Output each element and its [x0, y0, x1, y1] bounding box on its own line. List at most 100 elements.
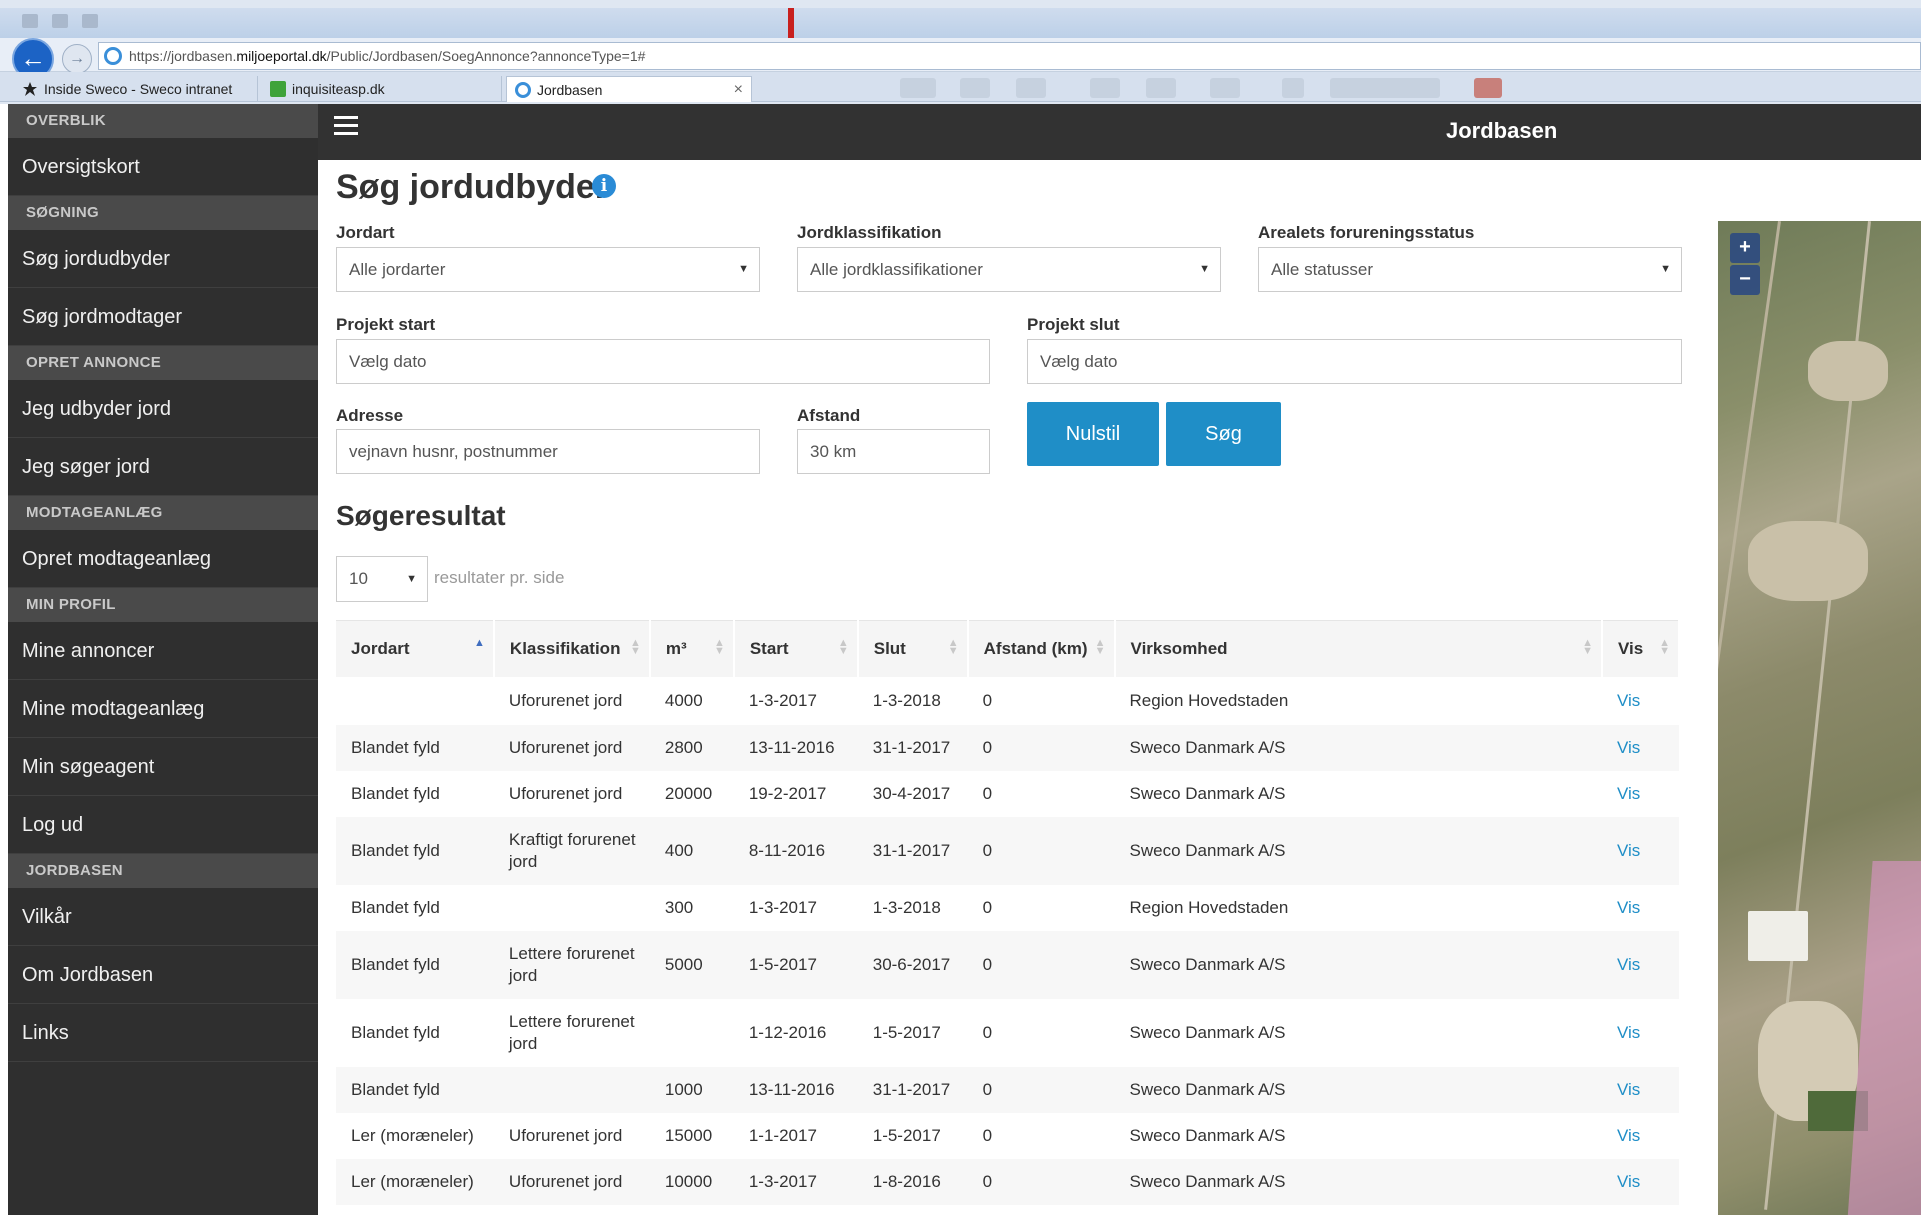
sort-icon: ▲ ▼ [837, 637, 849, 657]
cell-m3: 20000 [649, 770, 734, 817]
close-icon[interactable]: × [734, 81, 743, 99]
results-title: Søgeresultat [336, 500, 506, 531]
sidebar-item-om-jordbasen[interactable]: Om Jordbasen [8, 946, 318, 1004]
sidebar-item-log-ud[interactable]: Log ud [8, 796, 318, 854]
column-header-jordart[interactable]: Jordart ▲ [336, 620, 495, 677]
vis-link[interactable]: Vis [1601, 884, 1679, 931]
zoom-out-button[interactable]: − [1730, 265, 1760, 295]
browser-tab-sweco[interactable]: Inside Sweco - Sweco intranet [14, 76, 258, 102]
cell-start: 1-1-2017 [733, 1112, 858, 1159]
sidebar-item-opret-modtageanlaeg[interactable]: Opret modtageanlæg [8, 530, 318, 588]
vis-link[interactable]: Vis [1601, 998, 1679, 1067]
sort-icon: ▲ ▼ [1659, 637, 1670, 657]
column-header-klassifikation[interactable]: Klassifikation ▲ ▼ [493, 620, 651, 677]
zoom-in-button[interactable]: + [1730, 233, 1760, 263]
adresse-label: Adresse [336, 406, 404, 425]
cell-jordart: Ler (moræneler) [336, 1112, 494, 1159]
per-page-value: 10 [349, 569, 368, 588]
column-header-start[interactable]: Start ▲ ▼ [733, 620, 859, 677]
vis-link[interactable]: Vis [1601, 816, 1679, 885]
sidebar-item-jeg-udbyder-jord[interactable]: Jeg udbyder jord [8, 380, 318, 438]
cell-slut: 30-6-2017 [857, 930, 968, 999]
browser-tab-inquisite[interactable]: inquisiteasp.dk [262, 76, 502, 102]
column-header-label: Jordart [351, 638, 410, 658]
adresse-input[interactable]: vejnavn husnr, postnummer [336, 429, 760, 474]
column-header-afstand[interactable]: Afstand (km) ▲ ▼ [967, 620, 1116, 677]
sidebar-item-oversigtskort[interactable]: Oversigtskort [8, 138, 318, 196]
vis-link[interactable]: Vis [1601, 770, 1679, 817]
toolbar-search [1330, 78, 1440, 98]
hamburger-menu-icon[interactable] [334, 116, 358, 136]
column-header-label: Afstand (km) [983, 638, 1088, 658]
toolbar-icon [1474, 78, 1502, 98]
sidebar-item-mine-modtageanlaeg[interactable]: Mine modtageanlæg [8, 680, 318, 738]
search-button[interactable]: Søg [1166, 402, 1281, 466]
cell-afstand: 0 [967, 676, 1115, 725]
sort-asc-icon: ▲ [474, 637, 485, 649]
cell-afstand: 0 [967, 998, 1115, 1067]
reset-button[interactable]: Nulstil [1027, 402, 1159, 466]
column-header-virksomhed[interactable]: Virksomhed ▲ ▼ [1114, 620, 1603, 677]
window-icon [52, 14, 68, 28]
toolbar-icon [900, 78, 936, 98]
toolbar-icon [1146, 78, 1176, 98]
jordart-select[interactable]: Alle jordarter ▼ [336, 247, 760, 292]
column-header-slut[interactable]: Slut ▲ ▼ [857, 620, 969, 677]
sidebar-section-jordbasen: JORDBASEN [8, 854, 318, 888]
url-input[interactable]: https://jordbasen. miljoeportal.dk/Public… [98, 42, 1921, 70]
vis-link[interactable]: Vis [1601, 1066, 1679, 1113]
forward-arrow-icon[interactable]: → [62, 44, 92, 74]
sidebar-item-jeg-soeger-jord[interactable]: Jeg søger jord [8, 438, 318, 496]
per-page-label: resultater pr. side [434, 568, 565, 587]
undo-icon [82, 14, 98, 28]
cell-jordart: Blandet fyld [336, 770, 494, 817]
url-path: /Public/Jordbasen/SoegAnnonce?annonceTyp… [326, 48, 646, 64]
cell-m3: 2800 [649, 724, 734, 771]
cell-m3 [649, 998, 734, 1067]
cell-m3: 400 [649, 816, 734, 885]
cell-slut: 1-3-2018 [857, 676, 968, 725]
map-view[interactable] [1718, 221, 1921, 1215]
vis-link[interactable]: Vis [1601, 724, 1679, 771]
vis-link[interactable]: Vis [1601, 676, 1679, 725]
jordklassifikation-select[interactable]: Alle jordklassifikationer ▼ [797, 247, 1221, 292]
jordklassifikation-label: Jordklassifikation [797, 223, 942, 242]
vis-link[interactable]: Vis [1601, 930, 1679, 999]
cell-virksomhed: Sweco Danmark A/S [1114, 930, 1602, 999]
column-header-label: Klassifikation [509, 638, 621, 658]
sidebar-item-soeg-jordmodtager[interactable]: Søg jordmodtager [8, 288, 318, 346]
cell-start: 1-3-2017 [733, 676, 858, 725]
sidebar-item-vilkaar[interactable]: Vilkår [8, 888, 318, 946]
per-page-select[interactable]: 10 ▼ [336, 556, 428, 602]
jordklassifikation-value: Alle jordklassifikationer [810, 260, 983, 279]
projekt-slut-input[interactable]: Vælg dato [1027, 339, 1682, 384]
info-icon[interactable]: i [592, 174, 616, 198]
forureningsstatus-select[interactable]: Alle statusser ▼ [1258, 247, 1682, 292]
cell-slut: 31-1-2017 [857, 1066, 968, 1113]
projekt-start-placeholder: Vælg dato [349, 352, 427, 371]
sidebar-item-soeg-jordudbyder[interactable]: Søg jordudbyder [8, 230, 318, 288]
afstand-input[interactable]: 30 km [797, 429, 990, 474]
sidebar-item-links[interactable]: Links [8, 1004, 318, 1062]
cell-virksomhed: Sweco Danmark A/S [1114, 1066, 1602, 1113]
column-header-label: Start [749, 638, 789, 658]
column-header-vis[interactable]: Vis ▲ ▼ [1601, 620, 1681, 677]
vis-link[interactable]: Vis [1601, 1112, 1679, 1159]
projekt-start-input[interactable]: Vælg dato [336, 339, 990, 384]
sort-icon: ▲ ▼ [629, 637, 641, 657]
sidebar-item-mine-annoncer[interactable]: Mine annoncer [8, 622, 318, 680]
sidebar-item-min-soegeagent[interactable]: Min søgeagent [8, 738, 318, 796]
cell-start: 1-5-2017 [733, 930, 858, 999]
cell-afstand: 0 [967, 1158, 1115, 1205]
column-header-m3[interactable]: m³ ▲ ▼ [649, 620, 735, 677]
toolbar-icon [1210, 78, 1240, 98]
cell-start: 1-12-2016 [733, 998, 858, 1067]
table-row: Uforurenet jord 4000 1-3-2017 1-3-2018 0… [336, 676, 1679, 725]
browser-tab-jordbasen[interactable]: Jordbasen × [506, 76, 752, 102]
cell-m3: 4000 [649, 676, 734, 725]
sidebar-section-opret-annonce: OPRET ANNONCE [8, 346, 318, 380]
ie-icon [104, 47, 122, 65]
vis-link[interactable]: Vis [1601, 1158, 1679, 1205]
sidebar: OVERBLIK Oversigtskort SØGNING Søg jordu… [8, 104, 318, 1215]
browser-tab-label: Inside Sweco - Sweco intranet [44, 81, 233, 97]
